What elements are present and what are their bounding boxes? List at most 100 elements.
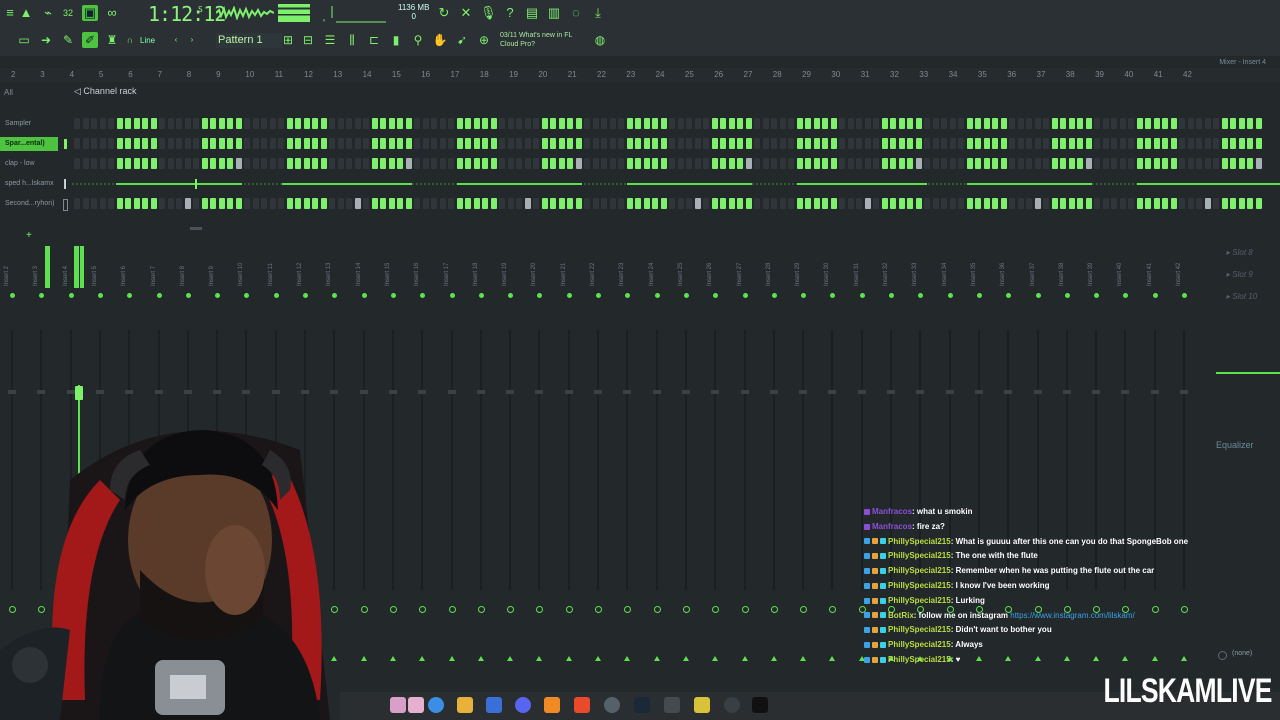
- step-button[interactable]: [473, 198, 480, 209]
- volume-fader[interactable]: [154, 390, 163, 394]
- step-button[interactable]: [201, 118, 208, 129]
- insert-label[interactable]: Insert 20: [531, 263, 537, 286]
- step-button[interactable]: [422, 138, 429, 149]
- step-button[interactable]: [958, 198, 964, 209]
- step-button[interactable]: [388, 198, 395, 209]
- step-button[interactable]: [737, 198, 743, 209]
- step-button[interactable]: [711, 138, 718, 149]
- volume-fader[interactable]: [564, 390, 573, 394]
- volume-fader[interactable]: [388, 390, 397, 394]
- step-button[interactable]: [558, 118, 565, 129]
- step-button[interactable]: [269, 138, 276, 149]
- step-button[interactable]: [677, 118, 684, 129]
- step-button[interactable]: [847, 158, 854, 169]
- step-button[interactable]: [465, 158, 471, 169]
- mixer-slot[interactable]: ▸ Slot 10: [1226, 292, 1257, 301]
- step-button[interactable]: [108, 198, 114, 209]
- step-button[interactable]: [269, 198, 276, 209]
- volume-fader[interactable]: [681, 390, 690, 394]
- step-button[interactable]: [1213, 198, 1219, 209]
- step-button[interactable]: [796, 158, 803, 169]
- step-button[interactable]: [796, 118, 803, 129]
- step-button[interactable]: [609, 138, 616, 149]
- step-button[interactable]: [1196, 118, 1202, 129]
- pan-knob[interactable]: [830, 293, 836, 298]
- step-button[interactable]: [159, 118, 165, 129]
- step-button[interactable]: [1187, 158, 1194, 169]
- step-button[interactable]: [762, 198, 769, 209]
- step-button[interactable]: [1238, 158, 1245, 169]
- send-arrow[interactable]: [507, 656, 514, 661]
- step-button[interactable]: [779, 118, 786, 129]
- touch-icon[interactable]: ✋: [432, 32, 448, 48]
- step-button[interactable]: [754, 158, 760, 169]
- insert-label[interactable]: Insert 38: [1059, 263, 1065, 286]
- step-button[interactable]: [380, 118, 386, 129]
- step-button[interactable]: [1085, 118, 1092, 129]
- step-button[interactable]: [278, 198, 284, 209]
- step-button[interactable]: [218, 198, 225, 209]
- step-button[interactable]: [609, 158, 616, 169]
- pan-knob[interactable]: [771, 293, 777, 298]
- step-button[interactable]: [592, 158, 599, 169]
- step-button[interactable]: [635, 138, 641, 149]
- route-knob[interactable]: [624, 606, 632, 613]
- step-button[interactable]: [575, 158, 582, 169]
- step-button[interactable]: [244, 198, 250, 209]
- send-arrow[interactable]: [419, 656, 426, 661]
- step-button[interactable]: [516, 138, 522, 149]
- step-button[interactable]: [371, 158, 378, 169]
- piano-roll-icon[interactable]: ⊟: [300, 32, 316, 48]
- step-button[interactable]: [524, 118, 531, 129]
- route-knob[interactable]: [712, 606, 720, 613]
- step-button[interactable]: [635, 118, 641, 129]
- step-button[interactable]: [915, 118, 922, 129]
- step-button[interactable]: [1000, 198, 1007, 209]
- step-button[interactable]: [482, 158, 488, 169]
- step-button[interactable]: [626, 118, 633, 129]
- magic-icon[interactable]: ✎: [60, 32, 76, 48]
- step-button[interactable]: [507, 158, 514, 169]
- step-button[interactable]: [720, 198, 726, 209]
- step-button[interactable]: [201, 158, 208, 169]
- step-button[interactable]: [660, 138, 667, 149]
- pan-knob[interactable]: [683, 293, 689, 298]
- step-button[interactable]: [669, 198, 675, 209]
- step-button[interactable]: [133, 158, 140, 169]
- pan-knob[interactable]: [1123, 293, 1129, 298]
- channel-volume-bar[interactable]: [64, 139, 67, 149]
- step-button[interactable]: [1017, 118, 1024, 129]
- step-button[interactable]: [1187, 138, 1194, 149]
- step-button[interactable]: [388, 118, 395, 129]
- insert-label[interactable]: Insert 31: [854, 263, 860, 286]
- step-button[interactable]: [108, 158, 114, 169]
- step-button[interactable]: [252, 158, 259, 169]
- step-button[interactable]: [881, 118, 888, 129]
- step-button[interactable]: [533, 198, 539, 209]
- step-button[interactable]: [686, 158, 692, 169]
- step-button[interactable]: [898, 158, 905, 169]
- step-button[interactable]: [856, 138, 862, 149]
- step-button[interactable]: [329, 198, 335, 209]
- step-button[interactable]: [363, 198, 369, 209]
- route-knob[interactable]: [565, 606, 573, 613]
- step-button[interactable]: [261, 158, 267, 169]
- volume-fader[interactable]: [916, 390, 925, 394]
- step-button[interactable]: [966, 158, 973, 169]
- step-button[interactable]: [473, 158, 480, 169]
- step-button[interactable]: [839, 158, 845, 169]
- step-button[interactable]: [482, 138, 488, 149]
- step-button[interactable]: [703, 198, 709, 209]
- insert-label[interactable]: Insert 19: [502, 263, 508, 286]
- insert-label[interactable]: Insert 32: [883, 263, 889, 286]
- step-button[interactable]: [473, 118, 480, 129]
- pan-knob[interactable]: [39, 293, 45, 298]
- step-button[interactable]: [694, 158, 701, 169]
- step-button[interactable]: [150, 158, 157, 169]
- step-button[interactable]: [142, 158, 148, 169]
- step-button[interactable]: [873, 138, 879, 149]
- step-button[interactable]: [1247, 118, 1253, 129]
- step-button[interactable]: [830, 158, 837, 169]
- step-button[interactable]: [1196, 138, 1202, 149]
- insert-label[interactable]: Insert 5: [92, 266, 98, 286]
